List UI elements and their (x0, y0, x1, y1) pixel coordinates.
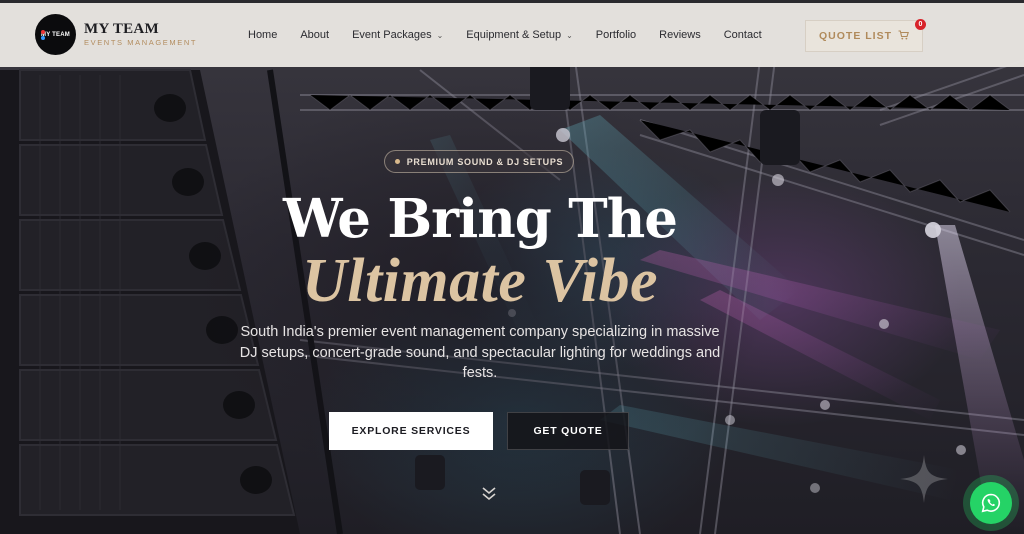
nav-about[interactable]: About (300, 29, 329, 41)
hero-headline-line2: Ultimate Vibe (301, 247, 659, 315)
hero-badge: PREMIUM SOUND & DJ SETUPS (384, 150, 574, 173)
whatsapp-icon (970, 482, 1012, 524)
brand-title: MY TEAM (84, 21, 160, 38)
nav-event-packages[interactable]: Event Packages ⌄ (352, 29, 443, 41)
quote-list-label: QUOTE LIST (819, 30, 892, 42)
quote-list-button[interactable]: QUOTE LIST (805, 20, 923, 52)
chevron-down-icon: ⌄ (436, 30, 444, 40)
cart-count-badge: 0 (915, 19, 926, 30)
nav-equipment-setup[interactable]: Equipment & Setup ⌄ (466, 29, 573, 41)
main-nav: Home About Event Packages ⌄ Equipment & … (248, 3, 785, 67)
logo-badge-text: MY TEAM (41, 31, 70, 38)
explore-services-button[interactable]: EXPLORE SERVICES (329, 412, 493, 450)
chevron-down-icon: ⌄ (566, 30, 573, 40)
double-chevron-down-icon[interactable] (480, 485, 498, 508)
get-quote-button[interactable]: GET QUOTE (507, 412, 629, 450)
nav-home[interactable]: Home (248, 29, 277, 41)
logo-badge-icon: MY TEAM (35, 14, 76, 55)
hero-headline-line1: We Bring The (283, 188, 678, 250)
nav-portfolio[interactable]: Portfolio (596, 29, 636, 41)
hero-badge-label: PREMIUM SOUND & DJ SETUPS (406, 156, 564, 167)
nav-contact[interactable]: Contact (724, 29, 762, 41)
brand-subtitle: EVENTS MANAGEMENT (84, 38, 198, 48)
nav-reviews[interactable]: Reviews (659, 29, 701, 41)
top-border (0, 0, 1024, 3)
site-header: MY TEAM MY TEAM EVENTS MANAGEMENT Home A… (0, 3, 1024, 67)
hero-description: South India's premier event management c… (239, 324, 721, 381)
cart-icon (898, 29, 909, 43)
brand-logo[interactable]: MY TEAM MY TEAM EVENTS MANAGEMENT (35, 14, 197, 55)
whatsapp-button[interactable] (963, 475, 1019, 531)
badge-dot-icon (394, 159, 400, 164)
sparkle-icon (900, 455, 948, 508)
